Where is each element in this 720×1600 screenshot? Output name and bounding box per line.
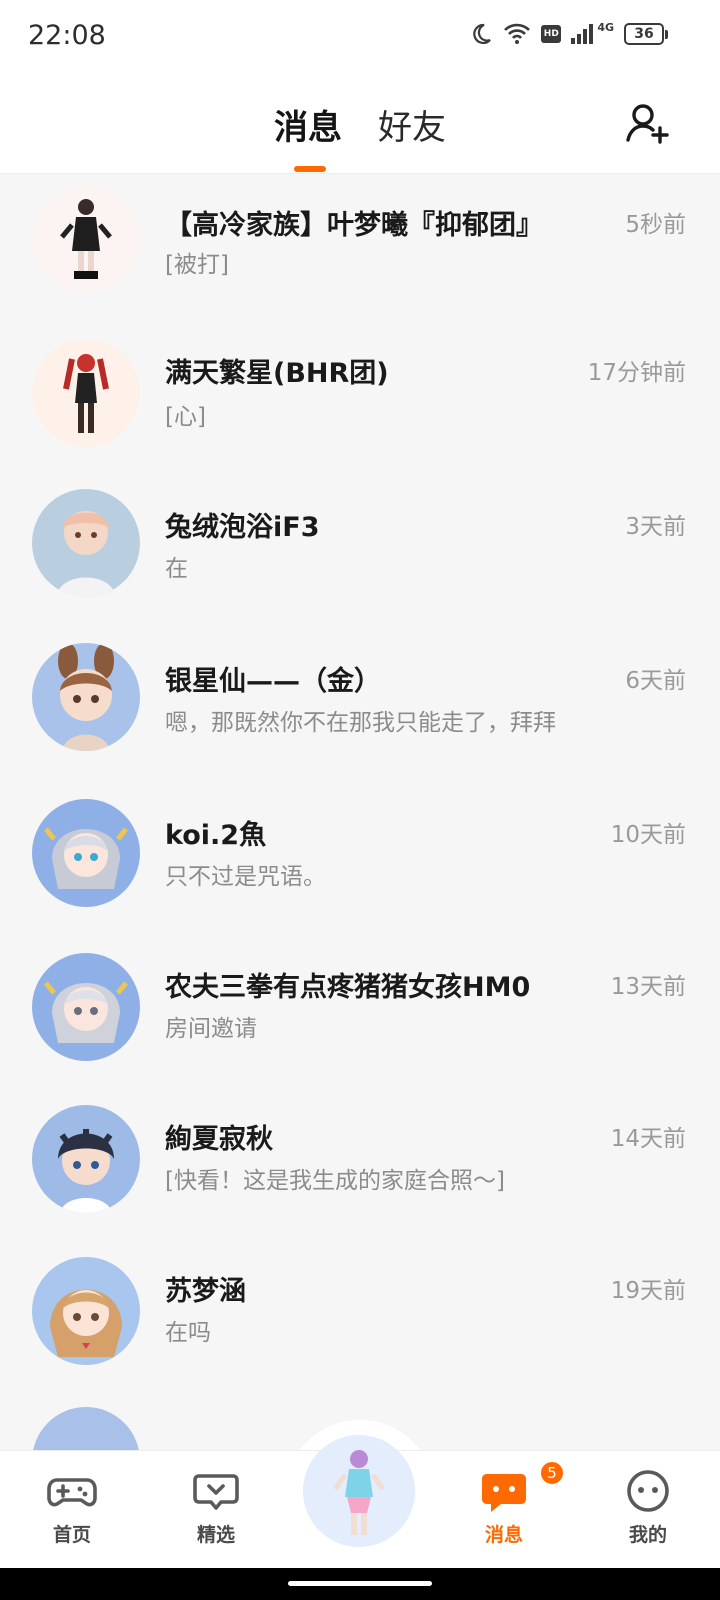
nav-messages[interactable]: 5 消息	[454, 1460, 565, 1556]
conversation-time: 13天前	[610, 974, 686, 1000]
conversation-list[interactable]: 【高冷家族】叶梦曦『抑郁团』 5秒前 [被打] 满天繁星(BHR团) 17分钟前…	[0, 175, 720, 1450]
status-bar: 22:08 HD 4G 36	[0, 0, 720, 78]
home-gesture-handle[interactable]	[288, 1581, 432, 1586]
network-type: 4G	[597, 20, 614, 34]
avatar[interactable]	[32, 489, 140, 597]
face-icon	[627, 1470, 669, 1512]
conversation-time: 5秒前	[625, 212, 686, 238]
conversation-item[interactable]: 满天繁星(BHR团) 17分钟前 [心]	[0, 331, 720, 487]
conversation-item[interactable]: 苏梦涵 19天前 在吗	[0, 1257, 720, 1423]
conversation-item[interactable]: 兔绒泡浴iF3 3天前 在	[0, 487, 720, 643]
conversation-preview: 房间邀请	[165, 1016, 257, 1042]
nav-featured-label: 精选	[196, 1524, 235, 1546]
conversation-time: 19天前	[610, 1278, 686, 1304]
conversation-name: 苏梦涵	[165, 1276, 246, 1307]
wifi-icon	[503, 23, 531, 45]
conversation-name: 满天繁星(BHR团)	[165, 358, 389, 389]
conversation-time: 3天前	[625, 514, 686, 540]
conversation-item[interactable]: 絢夏寂秋 14天前 [快看！这是我生成的家庭合照～]	[0, 1105, 720, 1267]
conversation-time: 6天前	[625, 668, 686, 694]
nav-me-label: 我的	[628, 1524, 667, 1546]
conversation-time: 14天前	[610, 1126, 686, 1152]
tab-messages[interactable]: 消息	[274, 100, 342, 149]
conversation-name: 【高冷家族】叶梦曦『抑郁团』	[165, 210, 543, 241]
gamepad-icon	[47, 1478, 97, 1507]
conversation-preview: [心]	[165, 404, 206, 430]
conversation-time: 17分钟前	[587, 360, 686, 386]
nav-home-label: 首页	[52, 1524, 91, 1546]
conversation-preview: [快看！这是我生成的家庭合照～]	[165, 1168, 505, 1194]
conversation-item[interactable]: 农夫三拳有点疼猪猪女孩HM0 13天前 房间邀请	[0, 953, 720, 1111]
message-icon	[482, 1474, 526, 1512]
avatar[interactable]	[32, 643, 140, 751]
avatar[interactable]	[32, 185, 140, 293]
conversation-preview: 嗯，那既然你不在那我只能走了，拜拜	[165, 710, 556, 736]
add-friend-icon[interactable]	[624, 100, 672, 148]
conversation-preview: 只不过是咒语。	[165, 864, 326, 890]
message-count-badge: 5	[539, 1460, 565, 1486]
conversation-name: koi.2魚	[165, 820, 267, 851]
moon-icon	[469, 22, 493, 46]
nav-home[interactable]: 首页	[22, 1466, 122, 1556]
signal-icon: 4G	[571, 20, 614, 46]
hd-icon: HD	[541, 25, 562, 43]
nav-messages-label: 消息	[484, 1524, 523, 1546]
active-tab-indicator	[294, 166, 326, 172]
nav-me[interactable]: 我的	[598, 1466, 698, 1556]
conversation-item[interactable]: koi.2魚 10天前 只不过是咒语。	[0, 799, 720, 955]
battery-level: 36	[624, 23, 664, 45]
status-time: 22:08	[28, 20, 106, 51]
conversation-time: 10天前	[610, 822, 686, 848]
avatar[interactable]	[32, 799, 140, 907]
conversation-item[interactable]: 【高冷家族】叶梦曦『抑郁团』 5秒前 [被打]	[0, 175, 720, 331]
conversation-preview: 在吗	[165, 1320, 211, 1346]
nav-featured[interactable]: 精选	[166, 1466, 266, 1556]
heart-chat-icon	[193, 1474, 239, 1510]
conversation-preview: 在	[165, 556, 188, 582]
nav-center-avatar[interactable]	[303, 1435, 415, 1547]
conversation-name: 银星仙——（金）	[165, 666, 381, 697]
avatar[interactable]	[32, 1105, 140, 1213]
avatar[interactable]	[32, 1257, 140, 1365]
conversation-name: 兔绒泡浴iF3	[165, 512, 320, 543]
conversation-name: 絢夏寂秋	[165, 1124, 273, 1155]
status-icons: HD 4G 36	[469, 20, 668, 46]
header: 消息 好友	[0, 78, 720, 174]
conversation-name: 农夫三拳有点疼猪猪女孩HM0	[165, 972, 531, 1003]
tab-friends[interactable]: 好友	[378, 100, 446, 149]
battery-icon: 36	[624, 23, 668, 45]
avatar-character-icon	[303, 1435, 415, 1547]
conversation-preview: [被打]	[165, 252, 229, 278]
conversation-item[interactable]: 银星仙——（金） 6天前 嗯，那既然你不在那我只能走了，拜拜	[0, 643, 720, 799]
avatar[interactable]	[32, 953, 140, 1061]
avatar[interactable]	[32, 339, 140, 447]
avatar[interactable]	[32, 1407, 140, 1450]
